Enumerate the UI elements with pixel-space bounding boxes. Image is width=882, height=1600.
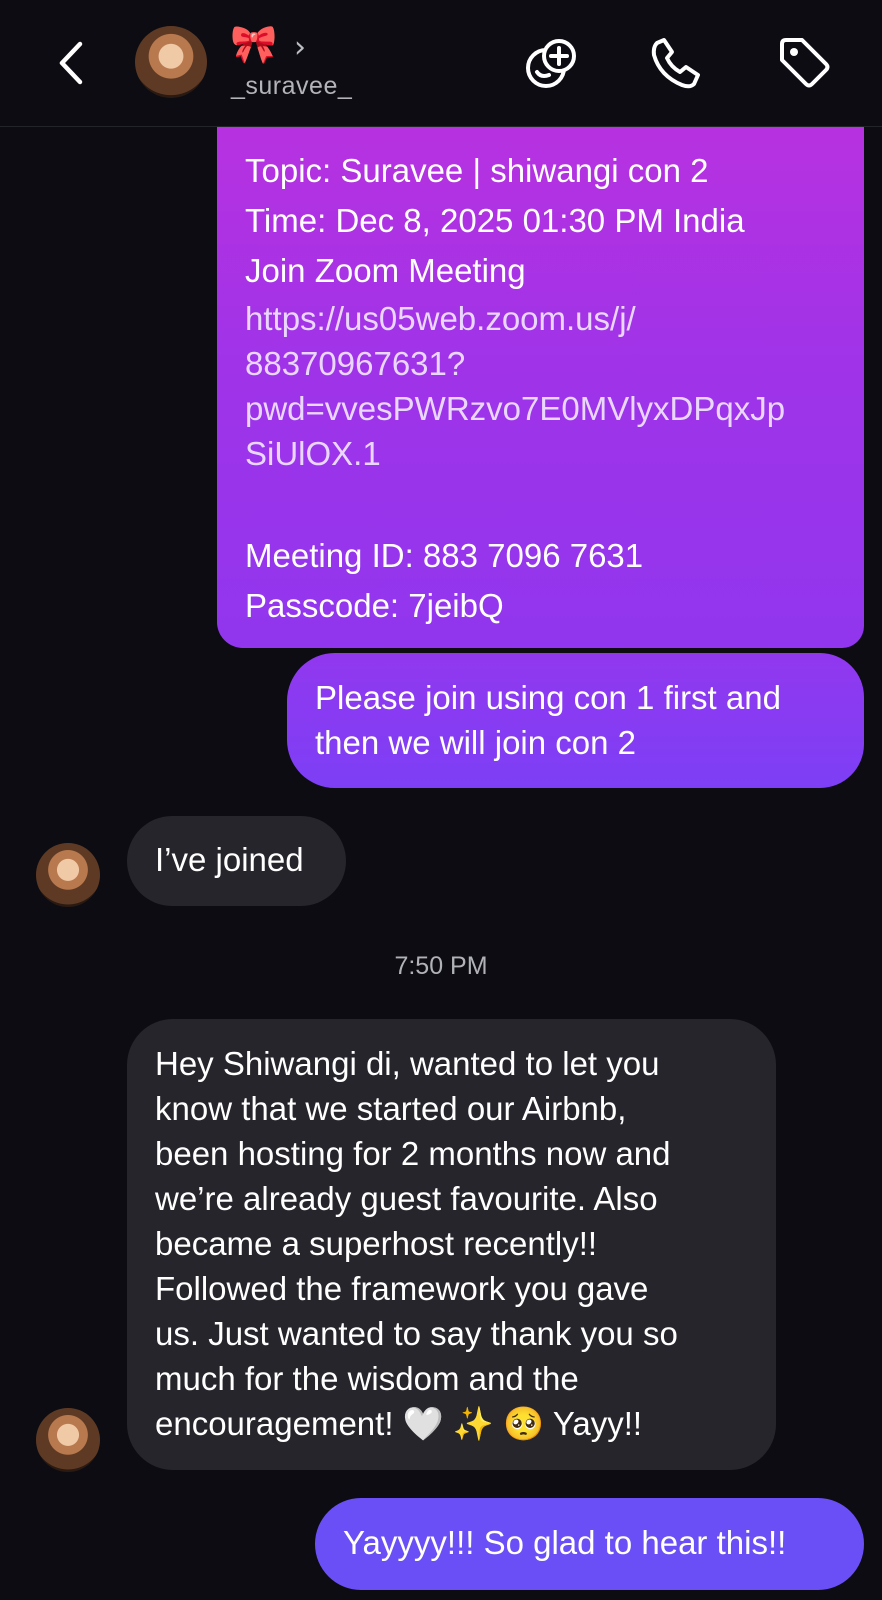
timestamp: 7:50 PM xyxy=(394,952,488,980)
message-line: Meeting ID: 883 7096 7631 xyxy=(245,537,644,574)
sent-message[interactable]: Yayyyy!!! So glad to hear this!! xyxy=(315,1498,864,1590)
message-line: us. Just wanted to say thank you so xyxy=(155,1315,678,1352)
back-arrow-icon[interactable] xyxy=(52,38,92,88)
zoom-link[interactable]: 88370967631? xyxy=(245,341,842,386)
chevron-right-icon[interactable]: › xyxy=(294,30,306,65)
message-line: Time: Dec 8, 2025 01:30 PM India xyxy=(245,202,745,239)
contact-avatar-small[interactable] xyxy=(36,1408,100,1472)
message-line: much for the wisdom and the xyxy=(155,1360,579,1397)
contact-username[interactable]: _suravee_ xyxy=(231,72,352,101)
zoom-link[interactable]: https://us05web.zoom.us/j/ xyxy=(245,296,842,341)
received-message-long[interactable]: Hey Shiwangi di, wanted to let you know … xyxy=(127,1019,776,1470)
zoom-link[interactable]: pwd=vvesPWRzvo7E0MVlyxDPqxJp xyxy=(245,386,842,431)
message-line: we’re already guest favourite. Also xyxy=(155,1180,658,1217)
sent-message[interactable]: Please join using con 1 first and then w… xyxy=(287,653,864,788)
tag-icon[interactable] xyxy=(776,34,834,92)
message-line: encouragement! 🤍 ✨ 🥺 Yayy!! xyxy=(155,1405,643,1442)
contact-avatar[interactable] xyxy=(135,26,207,98)
bow-emoji[interactable]: 🎀 xyxy=(230,22,277,68)
message-line: became a superhost recently!! xyxy=(155,1225,598,1262)
message-line: Passcode: 7jeibQ xyxy=(245,587,504,624)
sent-message-zoom-details[interactable]: Topic: Suravee | shiwangi con 2 Time: De… xyxy=(217,126,864,648)
message-line: know that we started our Airbnb, xyxy=(155,1090,627,1127)
message-line: Join Zoom Meeting xyxy=(245,252,526,289)
phone-icon[interactable] xyxy=(648,34,706,92)
chat-header: 🎀 › _suravee_ xyxy=(0,0,882,127)
zoom-link[interactable]: SiUlOX.1 xyxy=(245,431,842,476)
add-effect-icon[interactable] xyxy=(523,34,581,92)
contact-avatar-small[interactable] xyxy=(36,843,100,907)
message-line: Followed the framework you gave xyxy=(155,1270,649,1307)
received-message[interactable]: I’ve joined xyxy=(127,816,346,906)
message-line: Hey Shiwangi di, wanted to let you xyxy=(155,1045,660,1082)
message-line: Topic: Suravee | shiwangi con 2 xyxy=(245,152,709,189)
message-line: been hosting for 2 months now and xyxy=(155,1135,671,1172)
